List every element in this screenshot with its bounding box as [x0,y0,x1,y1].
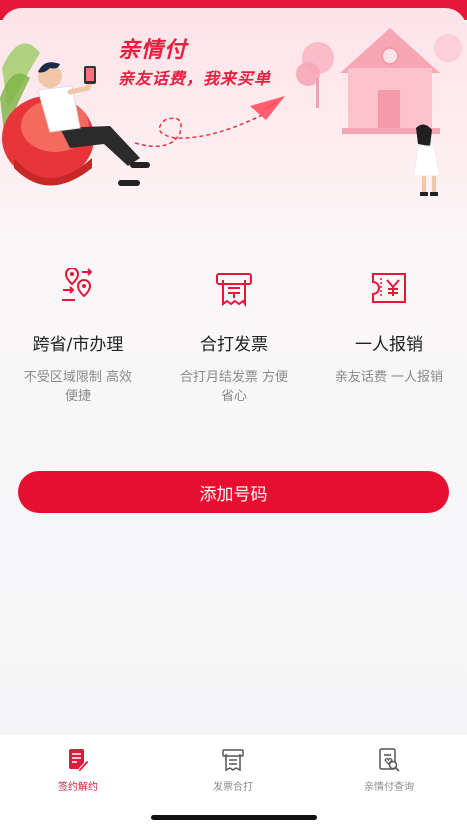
yuan-ticket-icon [372,273,406,303]
feature-list: 跨省/市办理 不受区域限制 高效便捷 合打发票 合打月结发票 方便省心 一人报销… [0,263,467,423]
tab-label: 签约解约 [58,782,98,793]
feature-cross-province: 跨省/市办理 不受区域限制 高效便捷 [0,263,156,423]
feature-title: 合打发票 [200,335,268,355]
contract-sign-icon [69,749,89,772]
feature-desc: 合打月结发票 方便省心 [179,370,289,404]
feature-one-reimburse: 一人报销 亲友话费 一人报销 [311,263,467,423]
add-number-button[interactable]: 添加号码 [18,471,449,513]
location-transfer-icon [62,268,93,301]
tab-sign-contract[interactable]: 签约解约 [18,746,138,796]
tab-label: 发票合打 [213,782,253,793]
query-search-icon [379,748,400,772]
tab-label: 亲情付查询 [364,782,414,793]
tab-family-pay-query[interactable]: 亲情付查询 [329,746,449,796]
feature-title: 跨省/市办理 [32,335,124,355]
feature-combined-invoice: 合打发票 合打月结发票 方便省心 [156,263,312,423]
receipt-print-icon [216,273,252,308]
home-indicator [151,815,317,820]
hero-illustration [0,28,462,196]
hero-banner: 亲情付 亲友话费，我来买单 [0,8,467,223]
feature-title: 一人报销 [355,335,423,355]
banner-title: 亲情付 [118,38,188,63]
main-card: 亲情付 亲友话费，我来买单 跨省/市办理 不受区域限制 高效便捷 合打发票 合打… [0,8,467,733]
invoice-print-icon [222,749,244,772]
feature-desc: 不受区域限制 高效便捷 [23,370,133,404]
tab-invoice-print[interactable]: 发票合打 [173,746,293,796]
feature-desc: 亲友话费 一人报销 [334,370,444,385]
banner-subtitle: 亲友话费，我来买单 [118,69,272,88]
